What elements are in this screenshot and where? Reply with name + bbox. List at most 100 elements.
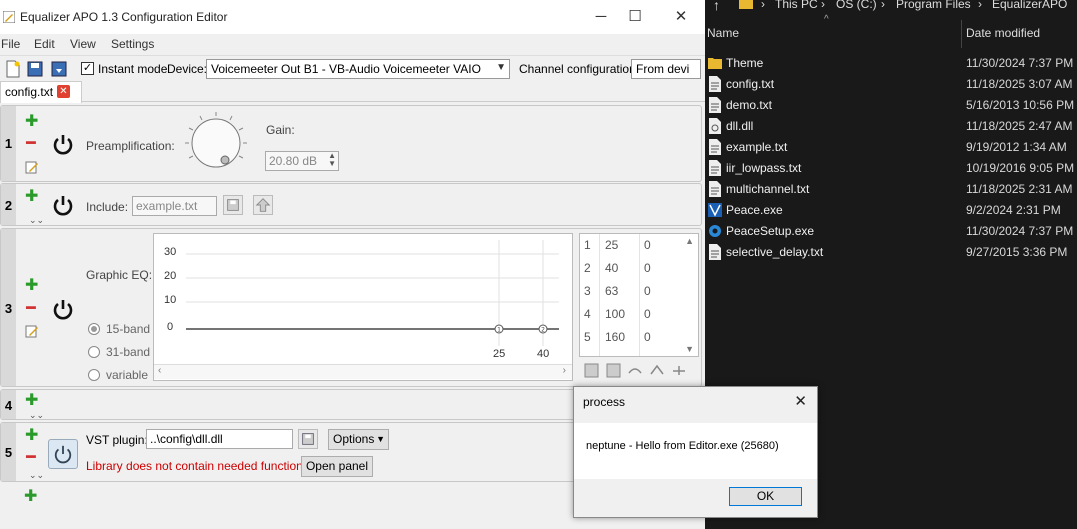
power-toggle-icon[interactable] <box>52 133 74 155</box>
scroll-left-icon[interactable]: ‹ <box>158 365 161 376</box>
remove-filter-icon[interactable]: ━ <box>26 136 36 152</box>
options-label: Options <box>333 432 375 446</box>
maximize-button[interactable]: ☐ <box>620 7 650 27</box>
add-filter-icon[interactable]: ✚ <box>25 114 38 130</box>
expand-chevron-icon[interactable]: ⌄⌄ <box>29 411 44 420</box>
eq-graph[interactable]: 1 2 30 20 10 0 25 40 ‹ › <box>153 233 573 381</box>
radio-31-band[interactable] <box>88 346 100 358</box>
scroll-up-icon[interactable]: ▲ <box>685 236 694 246</box>
column-divider[interactable] <box>961 20 962 48</box>
add-filter-icon[interactable]: ✚ <box>25 189 38 205</box>
up-arrow-icon[interactable]: ↑ <box>713 0 720 13</box>
process-dialog: process ✕ neptune - Hello from Editor.ex… <box>573 386 818 518</box>
row-number: 1 <box>1 106 16 181</box>
chevron-down-icon: ▼ <box>496 62 506 73</box>
instant-mode-checkbox[interactable]: ✓ <box>81 62 94 75</box>
ok-button[interactable]: OK <box>729 487 802 506</box>
remove-filter-icon[interactable]: ━ <box>26 450 36 466</box>
add-filter-icon[interactable]: ✚ <box>25 278 38 294</box>
power-toggle-icon[interactable] <box>52 194 74 216</box>
power-toggle-icon[interactable] <box>52 298 74 320</box>
dialog-close-icon[interactable]: ✕ <box>794 392 807 410</box>
add-filter-icon[interactable]: ✚ <box>25 428 38 444</box>
y-tick-label: 0 <box>167 321 174 333</box>
open-panel-button[interactable]: Open panel <box>301 456 373 477</box>
menu-file[interactable]: File <box>1 37 20 51</box>
radio-15-band-label: 15-band <box>106 322 151 336</box>
edit-icon[interactable] <box>25 160 39 174</box>
radio-variable[interactable] <box>88 369 100 381</box>
expand-chevron-icon[interactable]: ⌄⌄ <box>29 216 44 225</box>
remove-filter-icon[interactable]: ━ <box>26 301 36 317</box>
folder-icon <box>708 58 722 69</box>
browse-file-icon[interactable] <box>298 429 318 449</box>
tab-config-txt[interactable]: config.txt ✕ <box>0 81 82 103</box>
instant-mode-label: Instant mode <box>98 62 168 76</box>
channel-config-select[interactable]: From devi <box>631 59 701 79</box>
eq-band-table[interactable]: 1 25 0 2 40 0 3 63 0 4 100 0 5 160 0 ▲ ▼ <box>579 233 699 357</box>
column-header-date[interactable]: Date modified <box>966 26 1040 40</box>
list-item[interactable]: dll.dll 11/18/2025 2:47 AM <box>705 115 1077 136</box>
vst-path-input[interactable]: ..\config\dll.dll <box>146 429 293 449</box>
new-file-icon[interactable] <box>4 60 22 78</box>
edit-icon[interactable] <box>25 324 39 338</box>
list-item[interactable]: iir_lowpass.txt 10/19/2016 9:05 PM <box>705 157 1077 178</box>
window-title: Equalizer APO 1.3 Configuration Editor <box>20 10 228 24</box>
sort-up-icon: ^ <box>824 14 829 25</box>
add-filter-icon[interactable]: ✚ <box>25 393 38 409</box>
menu-view[interactable]: View <box>70 37 96 51</box>
vst-plugin-label: VST plugin: <box>86 433 148 447</box>
list-item[interactable]: multichannel.txt 11/18/2025 2:31 AM <box>705 178 1077 199</box>
list-item[interactable]: example.txt 9/19/2012 1:34 AM <box>705 136 1077 157</box>
list-item[interactable]: Theme 11/30/2024 7:37 PM <box>705 52 1077 73</box>
save-as-icon[interactable] <box>50 60 68 78</box>
column-header-name[interactable]: Name <box>707 26 739 40</box>
gain-input[interactable]: 20.80 dB ▲ ▼ <box>265 151 339 171</box>
include-file-input[interactable]: example.txt <box>132 196 217 216</box>
menu-edit[interactable]: Edit <box>34 37 55 51</box>
horizontal-scrollbar[interactable]: ‹ › <box>154 364 572 379</box>
open-file-icon[interactable] <box>223 195 243 215</box>
list-item[interactable]: Peace.exe 9/2/2024 2:31 PM <box>705 199 1077 220</box>
minimize-button[interactable]: ─ <box>586 7 616 27</box>
scroll-right-icon[interactable]: › <box>563 365 566 376</box>
list-item[interactable]: selective_delay.txt 9/27/2015 3:36 PM <box>705 241 1077 262</box>
filter-row-graphic-eq: 3 ✚ ━ Graphic EQ: 15-band 31-band variab… <box>0 228 702 387</box>
breadcrumb-separator: › <box>881 0 885 11</box>
text-file-icon <box>709 97 721 113</box>
text-file-icon <box>709 244 721 260</box>
gain-knob[interactable] <box>181 110 251 174</box>
breadcrumb-program-files[interactable]: Program Files <box>896 0 971 11</box>
eq-graph-canvas[interactable]: 1 2 <box>154 234 572 380</box>
filter-row-preamp: 1 ✚ ━ Preamplification: Gain: 20.80 dB ▲… <box>0 105 702 182</box>
tab-label: config.txt <box>5 85 54 99</box>
breadcrumb-os-c[interactable]: OS (C:) <box>836 0 877 11</box>
breadcrumb-separator: › <box>978 0 982 11</box>
scroll-down-icon[interactable]: ▼ <box>685 344 694 354</box>
radio-31-band-label: 31-band <box>106 345 151 359</box>
list-item[interactable]: config.txt 11/18/2025 3:07 AM <box>705 73 1077 94</box>
spinner-arrows-icon[interactable]: ▲ ▼ <box>328 152 336 168</box>
save-icon[interactable] <box>26 60 44 78</box>
setup-gear-icon <box>709 225 721 237</box>
text-file-icon <box>709 181 721 197</box>
options-dropdown-button[interactable]: Options ▼ <box>328 429 389 450</box>
channel-config-value: From devi <box>636 62 690 76</box>
device-select[interactable]: Voicemeeter Out B1 - VB-Audio Voicemeete… <box>206 59 510 79</box>
pencil-app-icon <box>3 11 15 23</box>
list-item[interactable]: PeaceSetup.exe 11/30/2024 7:37 PM <box>705 220 1077 241</box>
expand-chevron-icon[interactable]: ⌄⌄ <box>29 471 44 480</box>
close-tab-icon[interactable]: ✕ <box>57 85 70 98</box>
radio-15-band[interactable] <box>88 323 100 335</box>
go-to-file-icon[interactable] <box>253 195 273 215</box>
breadcrumb-equalizerapo[interactable]: EqualizerAPO <box>992 0 1067 11</box>
gain-label: Gain: <box>266 123 295 137</box>
power-toggle-button[interactable] <box>48 439 78 469</box>
breadcrumb-this-pc[interactable]: This PC <box>775 0 818 11</box>
list-item[interactable]: demo.txt 5/16/2013 10:56 PM <box>705 94 1077 115</box>
svg-text:1: 1 <box>497 327 501 334</box>
add-filter-icon[interactable]: ✚ <box>24 489 37 505</box>
eq-tool-icons[interactable] <box>583 361 695 379</box>
menu-settings[interactable]: Settings <box>111 37 154 51</box>
close-window-button[interactable]: ✕ <box>666 7 696 27</box>
